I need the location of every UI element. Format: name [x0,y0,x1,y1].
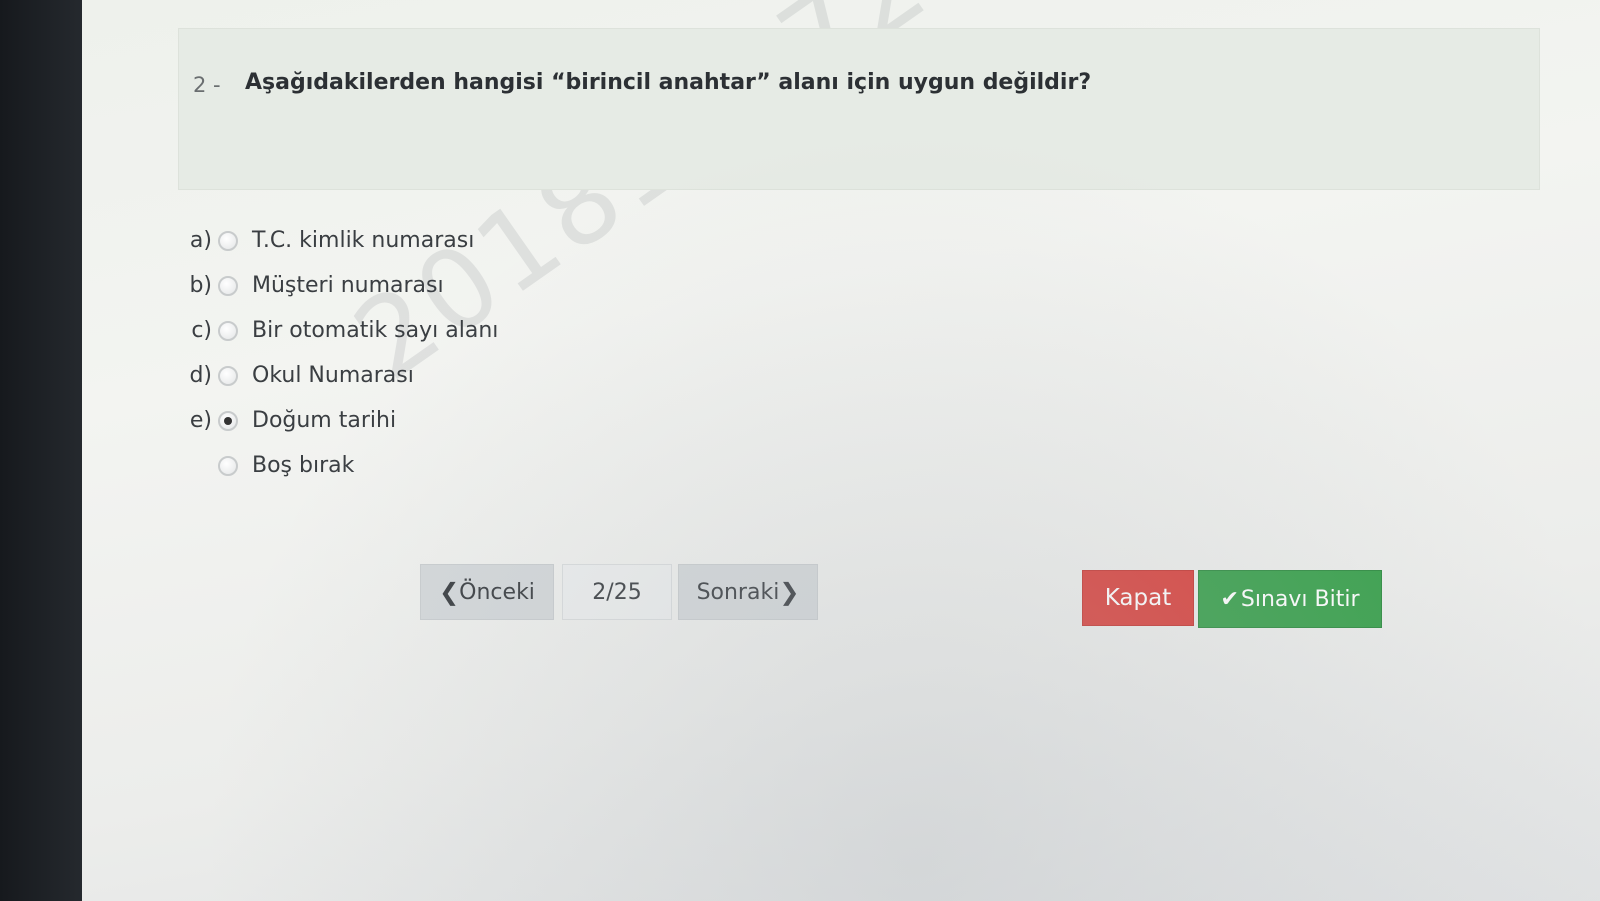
check-icon: ✔ [1220,586,1239,612]
option-e[interactable]: e) Doğum tarihi [176,398,498,443]
page-indicator: 2/25 [562,564,672,620]
chevron-right-icon: ❯ [779,578,800,606]
option-label: Doğum tarihi [252,408,397,433]
option-label: Bir otomatik sayı alanı [252,318,499,343]
question-panel: 2 - Aşağıdakilerden hangisi “birincil an… [178,28,1540,190]
radio-button[interactable] [218,365,238,386]
option-a[interactable]: a) T.C. kimlik numarası [176,218,498,263]
option-letter: d) [189,363,212,388]
option-skip[interactable]: Boş bırak [176,443,498,488]
option-label: T.C. kimlik numarası [252,228,475,253]
previous-button[interactable]: ❮ Önceki [420,564,554,620]
question-pager: ❮ Önceki 2/25 Sonraki ❯ [420,564,818,620]
question-text: Aşağıdakilerden hangisi “birincil anahta… [245,70,1092,95]
option-letter: b) [189,273,212,298]
radio-button[interactable] [218,320,238,341]
radio-button[interactable] [218,275,238,296]
option-letter: c) [191,318,212,343]
option-c[interactable]: c) Bir otomatik sayı alanı [176,308,498,353]
chevron-left-icon: ❮ [439,578,460,606]
next-button[interactable]: Sonraki ❯ [678,564,818,620]
previous-label: Önceki [459,579,535,605]
next-label: Sonraki [696,579,780,605]
option-b[interactable]: b) Müşteri numarası [176,263,498,308]
option-letter: e) [189,408,212,433]
finish-label: Sınavı Bitir [1240,586,1360,612]
close-label: Kapat [1104,585,1172,611]
question-number: 2 - [193,73,221,97]
finish-exam-button[interactable]: ✔ Sınavı Bitir [1198,570,1382,628]
radio-button[interactable] [218,230,238,251]
exam-screen: 2018131723 2 - Aşağıdakilerden hangisi “… [82,0,1600,901]
option-letter: a) [189,228,212,253]
option-label: Müşteri numarası [252,273,444,298]
option-label: Boş bırak [252,453,355,478]
option-d[interactable]: d) Okul Numarası [176,353,498,398]
answer-options: a) T.C. kimlik numarası b) Müşteri numar… [176,218,498,488]
radio-button-selected[interactable] [218,410,238,431]
radio-button[interactable] [218,455,238,476]
close-button[interactable]: Kapat [1082,570,1194,626]
option-label: Okul Numarası [252,363,414,388]
